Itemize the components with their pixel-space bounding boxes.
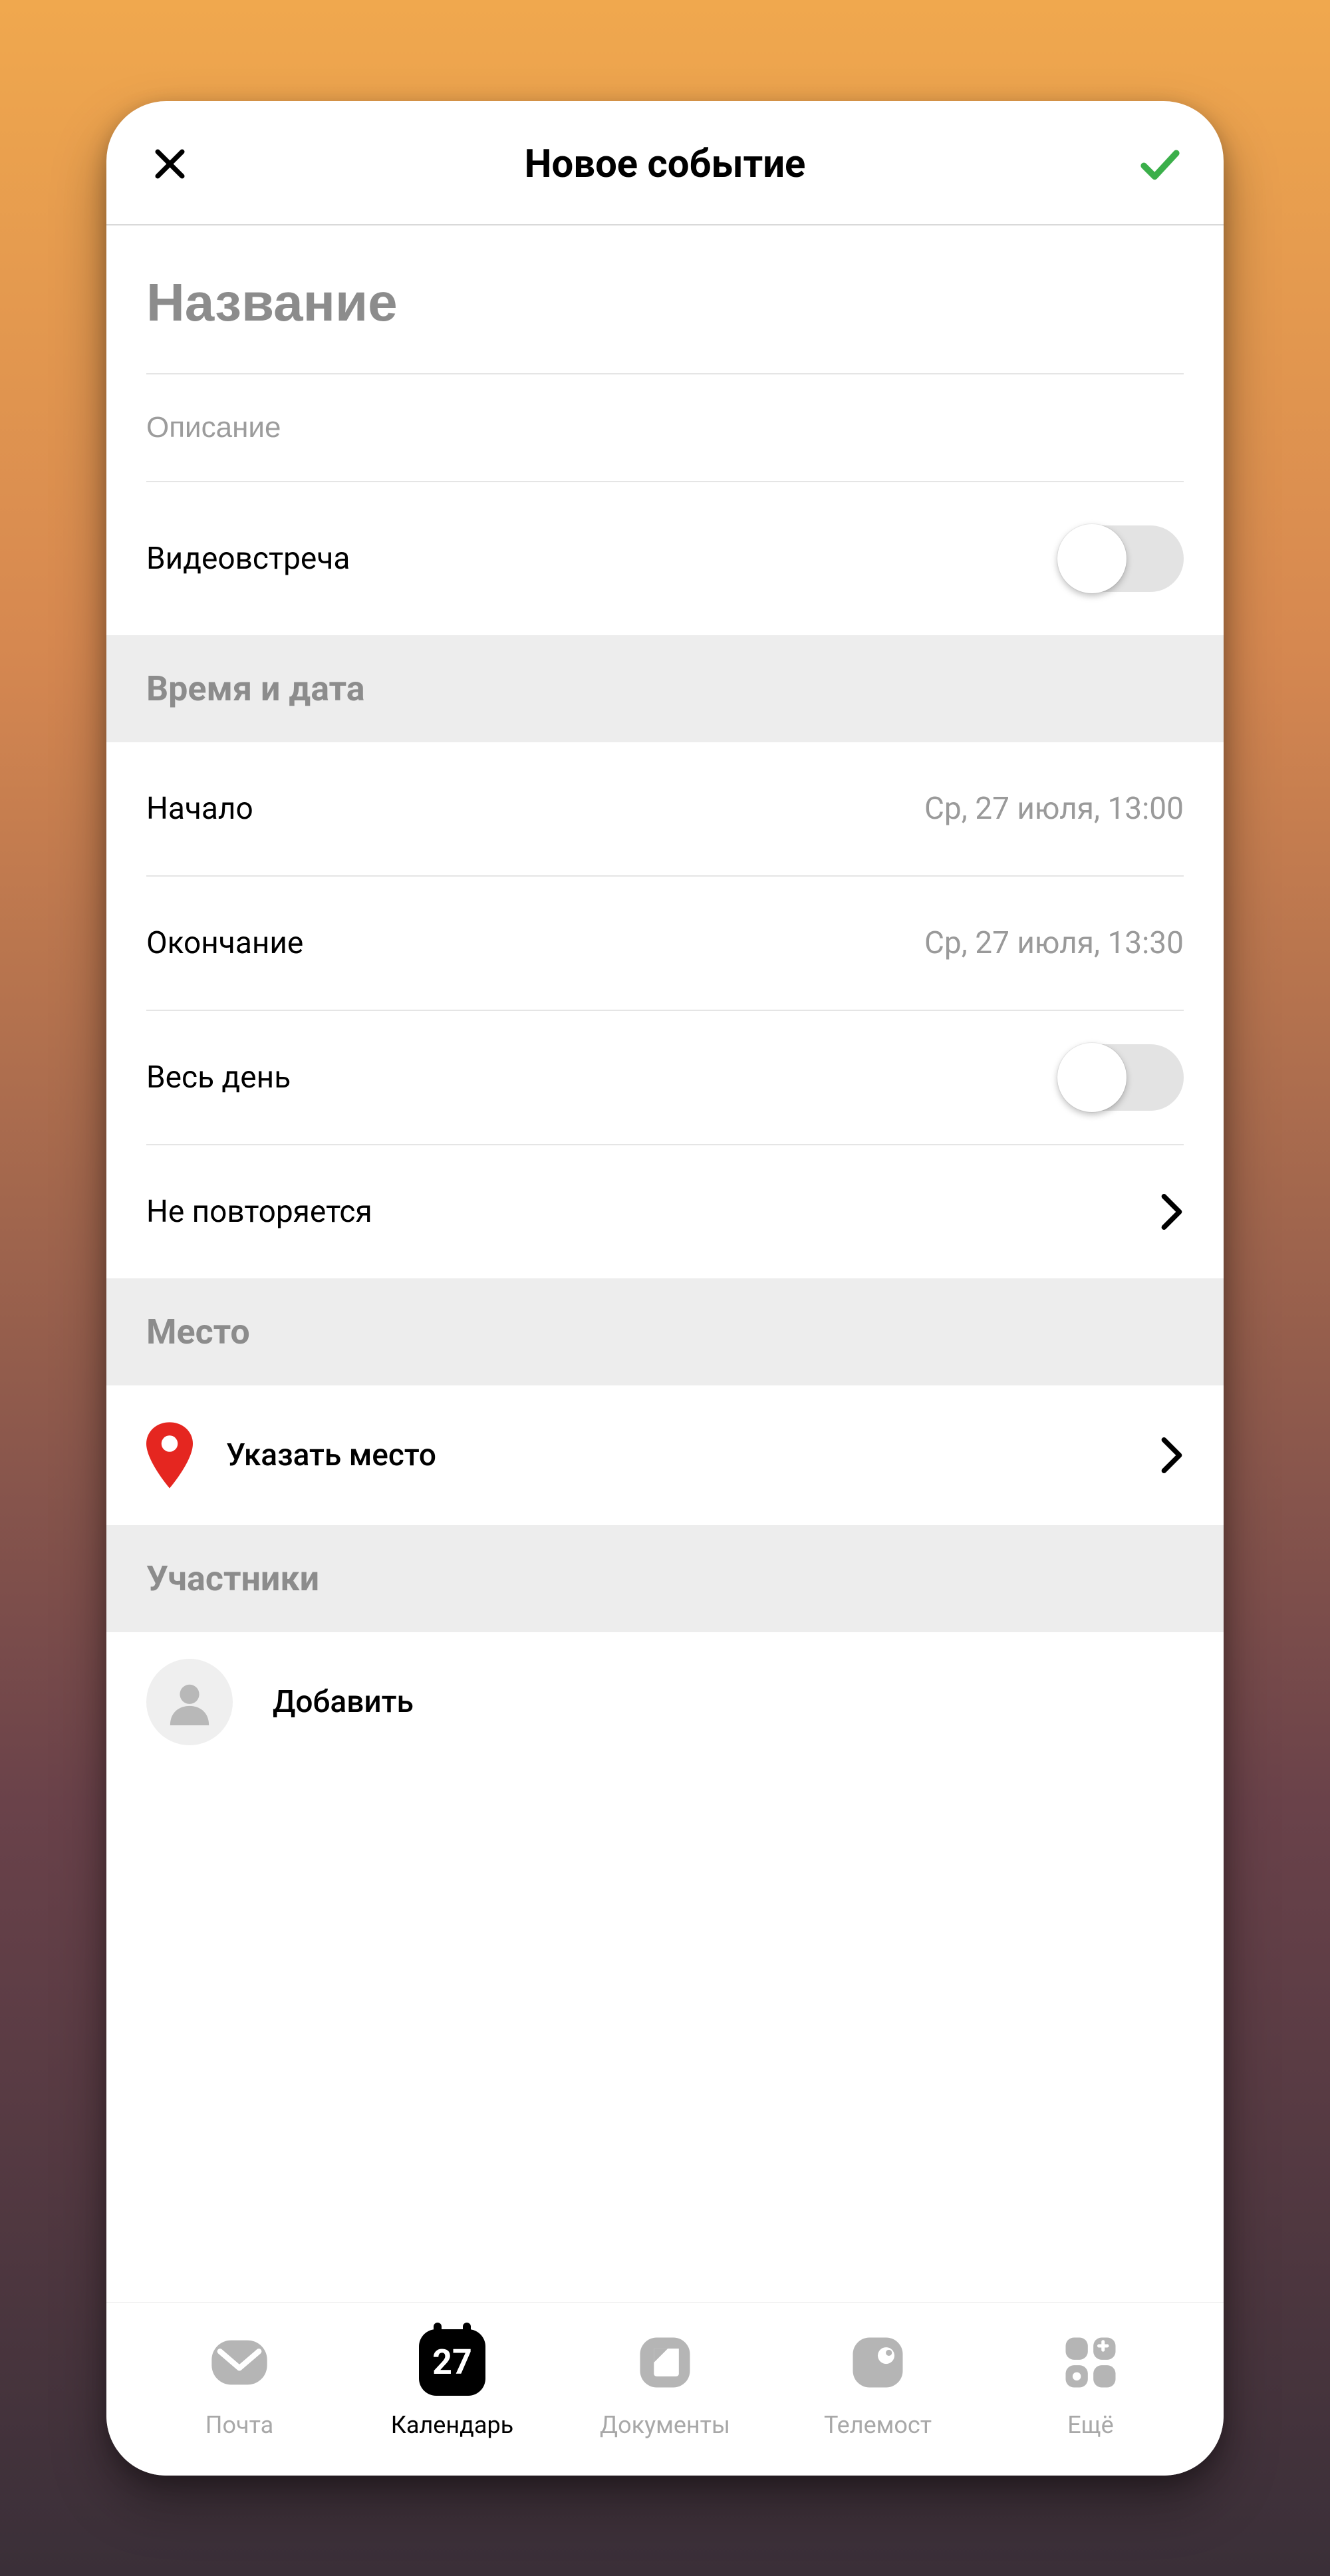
nav-mail[interactable]: Почта (146, 2326, 332, 2439)
set-location-label: Указать место (226, 1437, 436, 1473)
documents-icon (628, 2326, 702, 2399)
close-icon (152, 146, 188, 182)
nav-documents-label: Документы (600, 2411, 730, 2439)
add-participant-label: Добавить (273, 1684, 414, 1720)
all-day-row: Весь день (106, 1011, 1224, 1144)
nav-telemost[interactable]: Телемост (785, 2326, 971, 2439)
section-heading-location: Место (106, 1278, 1224, 1385)
video-meeting-row: Видеовстреча (106, 482, 1224, 635)
chevron-right-icon (1160, 1193, 1184, 1231)
bottom-nav: Почта 27 Календарь Документы Телемост (106, 2302, 1224, 2476)
repeat-label: Не повторяется (146, 1194, 372, 1230)
start-time-label: Начало (146, 791, 253, 827)
end-time-value: Ср, 27 июля, 13:30 (924, 925, 1184, 961)
close-button[interactable] (146, 141, 193, 188)
event-description-input[interactable] (106, 374, 1224, 481)
location-pin-icon (146, 1422, 193, 1489)
nav-telemost-label: Телемост (824, 2411, 932, 2439)
nav-mail-label: Почта (205, 2411, 273, 2439)
mail-icon (203, 2326, 276, 2399)
all-day-toggle[interactable] (1057, 1044, 1184, 1111)
nav-more[interactable]: Ещё (998, 2326, 1184, 2439)
start-time-value: Ср, 27 июля, 13:00 (924, 791, 1184, 827)
toggle-knob (1057, 524, 1127, 593)
section-heading-participants: Участники (106, 1525, 1224, 1632)
event-title-input[interactable] (106, 225, 1224, 373)
nav-calendar-label: Календарь (391, 2411, 513, 2439)
location-left: Указать место (146, 1422, 436, 1489)
header-bar: Новое событие (106, 101, 1224, 225)
video-meeting-label: Видеовстреча (146, 541, 350, 577)
start-time-row[interactable]: Начало Ср, 27 июля, 13:00 (106, 742, 1224, 875)
section-heading-datetime: Время и дата (106, 635, 1224, 742)
end-time-label: Окончание (146, 925, 303, 961)
checkmark-icon (1138, 142, 1182, 186)
more-grid-icon (1054, 2326, 1127, 2399)
end-time-row[interactable]: Окончание Ср, 27 июля, 13:30 (106, 877, 1224, 1010)
toggle-knob (1057, 1043, 1127, 1112)
content-scroll[interactable]: Видеовстреча Время и дата Начало Ср, 27 … (106, 225, 1224, 2302)
app-window: Новое событие Видеовстреча Время и дата … (106, 101, 1224, 2476)
nav-more-label: Ещё (1067, 2411, 1114, 2439)
page-title: Новое событие (525, 142, 806, 187)
repeat-row[interactable]: Не повторяется (106, 1145, 1224, 1278)
video-meeting-toggle[interactable] (1057, 525, 1184, 592)
set-location-row[interactable]: Указать место (106, 1385, 1224, 1525)
confirm-button[interactable] (1137, 141, 1184, 188)
calendar-day-number: 27 (419, 2329, 485, 2396)
chevron-right-icon (1160, 1436, 1184, 1475)
telemost-icon (841, 2326, 914, 2399)
nav-calendar[interactable]: 27 Календарь (359, 2326, 545, 2439)
person-placeholder-icon (146, 1659, 233, 1745)
all-day-label: Весь день (146, 1060, 291, 1095)
nav-documents[interactable]: Документы (572, 2326, 758, 2439)
add-participant-row[interactable]: Добавить (106, 1632, 1224, 1785)
calendar-icon: 27 (416, 2326, 489, 2399)
